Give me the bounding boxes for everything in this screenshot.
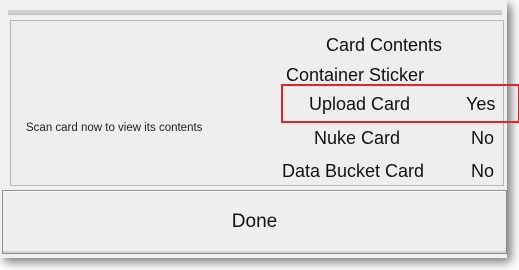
row-label-nuke-card: Nuke Card (314, 128, 401, 148)
card-contents-heading: Card Contents (326, 35, 443, 55)
scan-instruction-text: Scan card now to view its contents (26, 122, 203, 134)
dialog-frame: Scan card now to view its contents Card … (0, 0, 507, 258)
done-button[interactable]: Done (2, 190, 507, 254)
row-label-data-bucket-card: Data Bucket Card (282, 161, 425, 181)
row-value-data-bucket-card: No (471, 161, 495, 181)
row-label-container-sticker: Container Sticker (286, 65, 425, 85)
row-value-nuke-card: No (471, 128, 495, 148)
upload-card-highlight-box (281, 84, 519, 123)
title-bar-strip (8, 10, 502, 15)
